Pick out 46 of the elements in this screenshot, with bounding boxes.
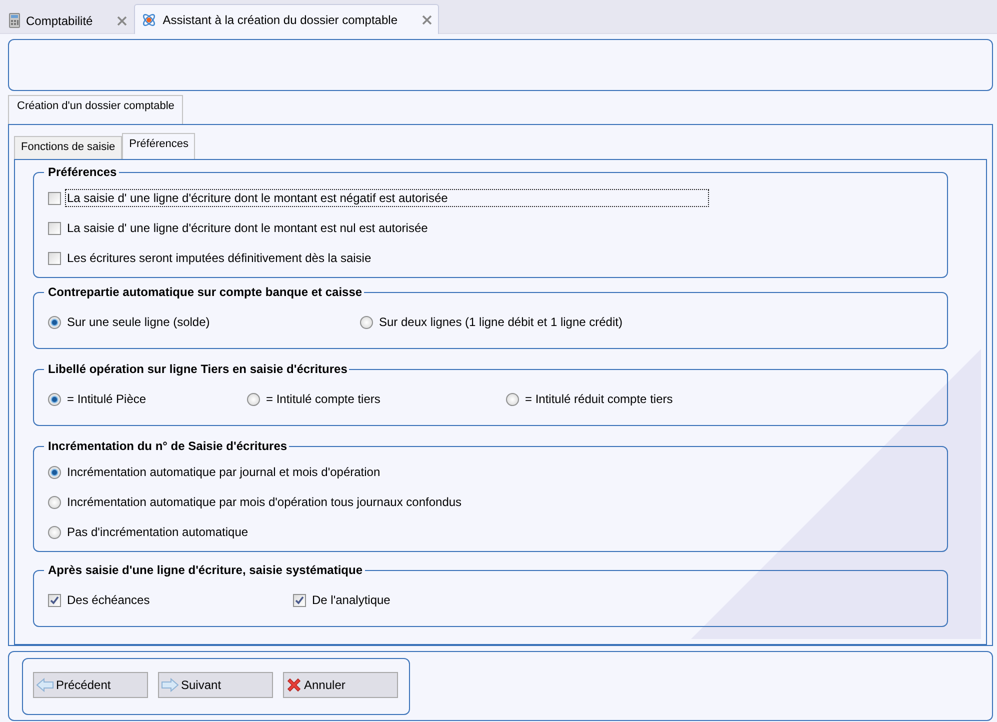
- option-label: Des échéances: [66, 592, 151, 609]
- option-label: = Intitulé réduit compte tiers: [524, 391, 674, 408]
- atom-icon: [140, 12, 157, 28]
- checkbox[interactable]: [48, 222, 61, 234]
- radio-button[interactable]: [48, 316, 61, 328]
- radio-button[interactable]: [506, 392, 519, 406]
- left-arrow-icon: [36, 677, 54, 693]
- option-label: Pas d'incrémentation automatique: [66, 524, 250, 541]
- option-label: Incrémentation automatique par mois d'opération tous journaux confondus: [66, 494, 463, 511]
- option-label: De l'analytique: [311, 592, 392, 609]
- option-label: = Intitulé Pièce: [66, 391, 148, 408]
- option-label: Incrémentation automatique par journal et mois d'opération: [66, 464, 382, 481]
- radio-button[interactable]: [48, 392, 61, 406]
- option-label: Sur une seule ligne (solde): [66, 314, 211, 331]
- group-title: Après saisie d'une ligne d'écriture, saisie systématique: [44, 563, 365, 577]
- cancel-button[interactable]: Annuler: [283, 672, 398, 698]
- cross-icon: [286, 677, 302, 693]
- tab[interactable]: Préférences: [122, 133, 196, 160]
- close-icon[interactable]: [422, 14, 432, 24]
- checkbox[interactable]: [48, 252, 61, 264]
- document-tab[interactable]: Assistant à la création du dossier comptable: [134, 4, 438, 34]
- radio-button[interactable]: [247, 392, 260, 406]
- group-title: Libellé opération sur ligne Tiers en saisie d'écritures: [44, 362, 350, 376]
- close-icon[interactable]: [116, 16, 127, 26]
- document-tab[interactable]: Comptabilité: [2, 6, 134, 34]
- checkbox[interactable]: [293, 594, 306, 606]
- calculator-icon: [9, 13, 20, 28]
- radio-button[interactable]: [48, 466, 61, 478]
- option-label: La saisie d' une ligne d'écriture dont le montant est négatif est autorisée: [65, 189, 709, 207]
- checkbox[interactable]: [48, 192, 61, 204]
- tab[interactable]: Création d'un dossier comptable: [8, 95, 184, 124]
- back-button[interactable]: Précédent: [33, 672, 148, 698]
- next-button[interactable]: Suivant: [158, 672, 273, 698]
- group-title: Préférences: [44, 165, 119, 179]
- tab[interactable]: Fonctions de saisie: [14, 136, 122, 159]
- option-label: Sur deux lignes (1 ligne débit et 1 ligne crédit): [378, 314, 624, 331]
- option-label: La saisie d' une ligne d'écriture dont le montant est nul est autorisée: [66, 220, 429, 237]
- option-label: Les écritures seront imputées définitivement dès la saisie: [66, 250, 372, 267]
- radio-button[interactable]: [48, 496, 61, 508]
- radio-button[interactable]: [48, 526, 61, 538]
- group-title: Contrepartie automatique sur compte banque et caisse: [44, 285, 364, 299]
- group-title: Incrémentation du n° de Saisie d'écritures: [44, 439, 290, 453]
- option-label: = Intitulé compte tiers: [265, 391, 382, 408]
- right-arrow-icon: [161, 677, 179, 693]
- radio-button[interactable]: [360, 316, 373, 328]
- checkbox[interactable]: [48, 594, 61, 606]
